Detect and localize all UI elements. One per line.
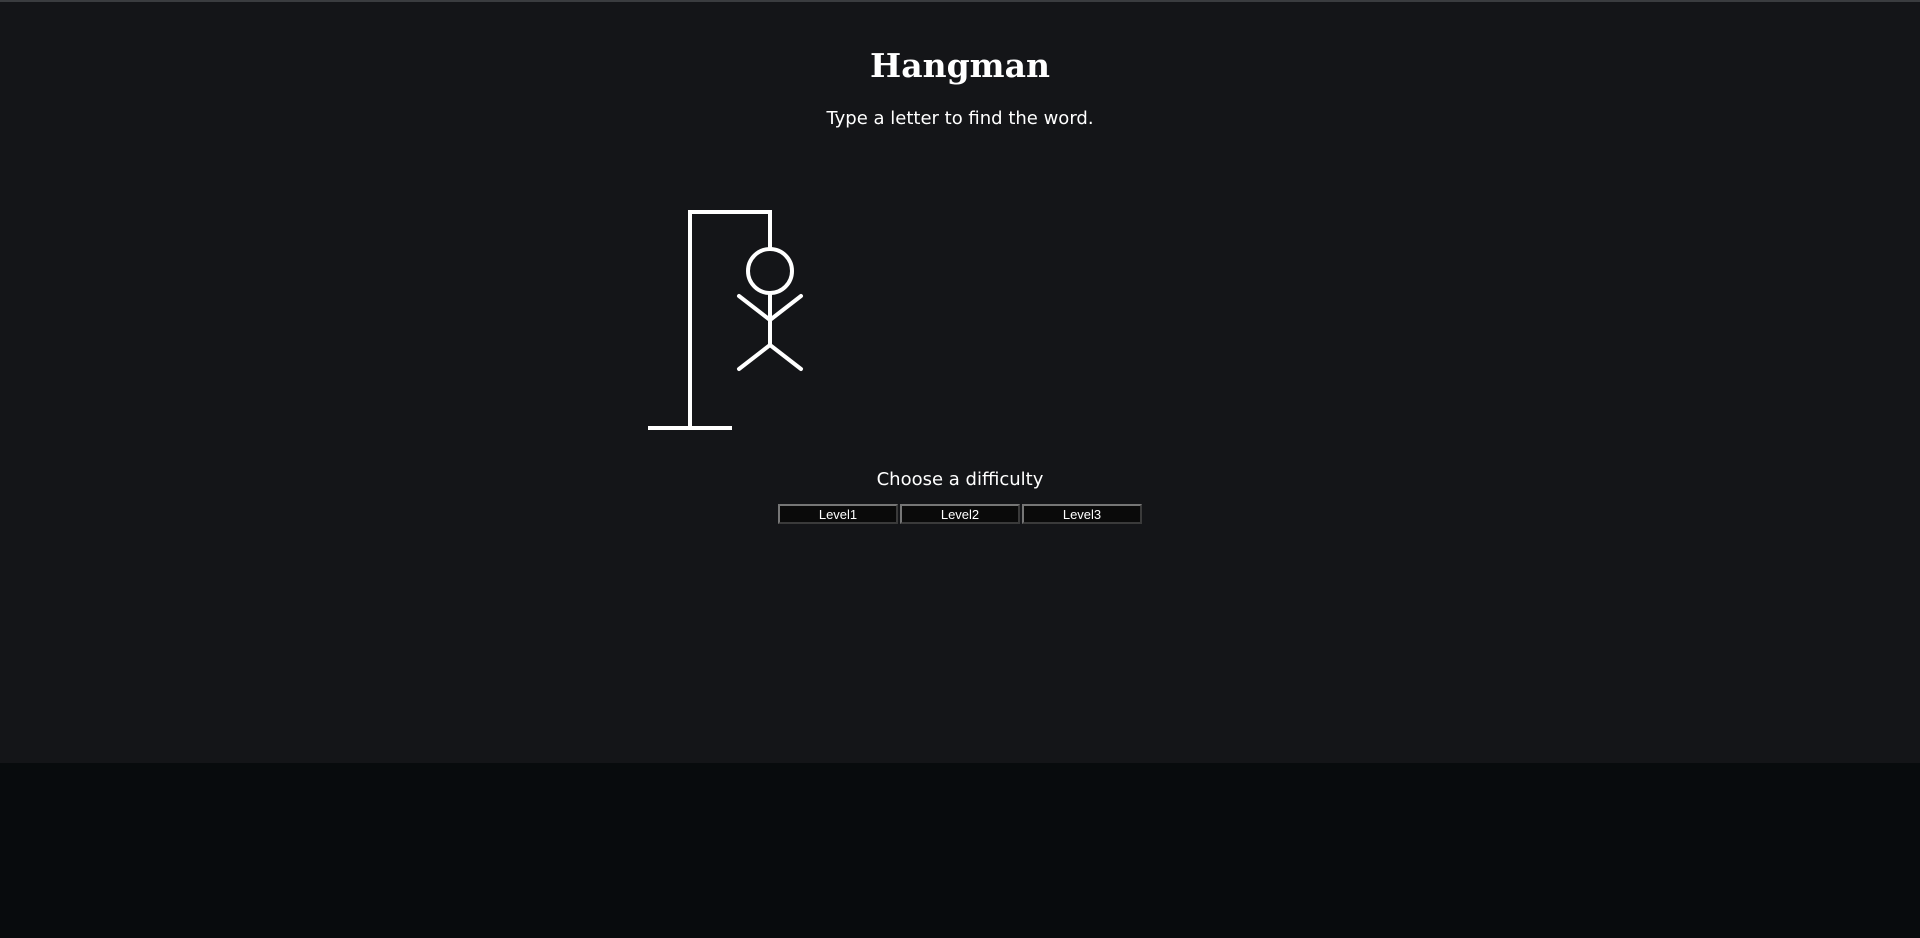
difficulty-heading: Choose a difficulty: [876, 469, 1044, 490]
instructions-text: Type a letter to find the word.: [826, 108, 1094, 129]
hangman-left-leg: [737, 343, 772, 371]
level3-button[interactable]: Level3: [1022, 504, 1142, 524]
level1-button[interactable]: Level1: [778, 504, 898, 524]
hangman-right-leg: [768, 343, 803, 371]
hangman-figure: [648, 210, 803, 430]
page-title: Hangman: [870, 46, 1050, 85]
hangman-app: Hangman Type a letter to find the word. …: [0, 2, 1920, 763]
hangman-left-arm: [737, 294, 772, 322]
difficulty-buttons: Level1 Level2 Level3: [778, 504, 1142, 524]
hangman-right-arm: [768, 294, 803, 322]
level2-button[interactable]: Level2: [900, 504, 1020, 524]
hangman-head: [746, 247, 794, 295]
